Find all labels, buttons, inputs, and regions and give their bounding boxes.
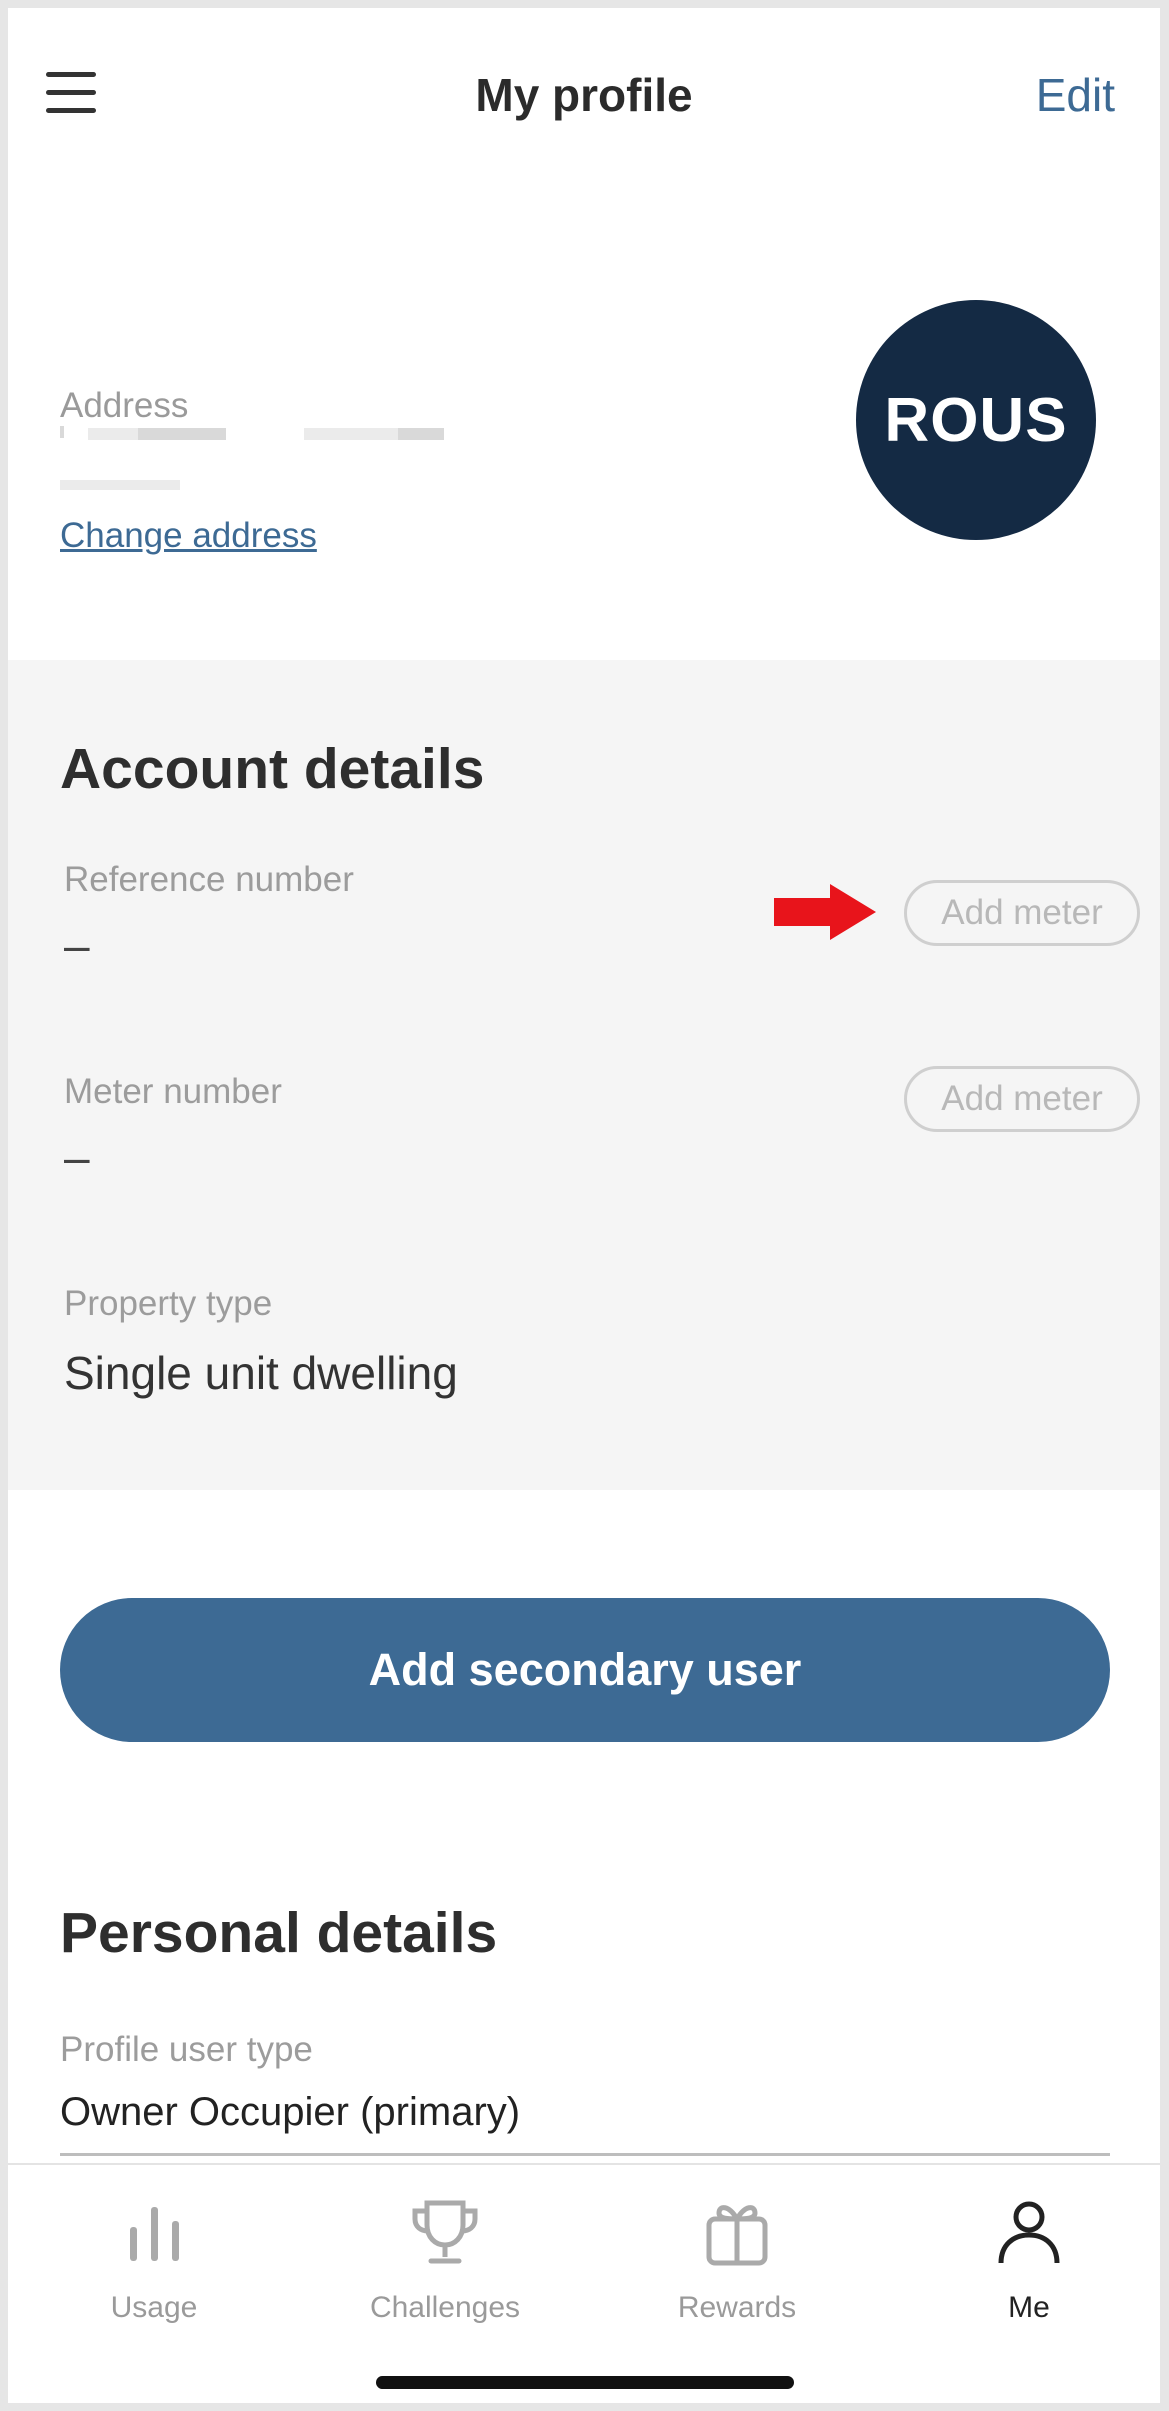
red-arrow-icon: [774, 884, 876, 940]
rous-logo: ROUS: [856, 300, 1096, 540]
person-icon: [998, 2201, 1060, 2264]
edit-button[interactable]: Edit: [1036, 68, 1115, 122]
page-title: My profile: [475, 69, 693, 121]
tab-challenges[interactable]: Challenges: [345, 2195, 545, 2325]
tab-rewards[interactable]: Rewards: [637, 2195, 837, 2325]
top-bar: My profile Edit: [8, 8, 1160, 178]
tab-me[interactable]: Me: [929, 2195, 1129, 2325]
address-label: Address: [60, 386, 189, 425]
profile-user-type-value: Owner Occupier (primary): [60, 2090, 521, 2134]
tab-label: Usage: [110, 2291, 198, 2324]
screen: My profile Edit Address Change address R…: [8, 8, 1160, 2403]
change-address-link[interactable]: Change address: [60, 516, 317, 556]
property-type-value: Single unit dwelling: [64, 1347, 458, 1399]
tab-usage[interactable]: Usage: [54, 2195, 254, 2325]
profile-user-type-label: Profile user type: [60, 2030, 313, 2069]
reference-number-value: –: [64, 919, 90, 971]
account-details-title: Account details: [60, 737, 485, 801]
add-meter-button-reference[interactable]: Add meter: [904, 880, 1140, 946]
trophy-icon: [412, 2200, 478, 2264]
personal-details-title: Personal details: [60, 1901, 498, 1965]
logo-text: ROUS: [884, 385, 1068, 455]
tab-label: Challenges: [369, 2291, 521, 2324]
tab-label: Rewards: [677, 2291, 797, 2324]
bottom-tab-bar: Usage Challenges Rewards Me: [8, 2163, 1160, 2403]
meter-number-label: Meter number: [64, 1072, 282, 1111]
add-meter-button-meter[interactable]: Add meter: [904, 1066, 1140, 1132]
add-secondary-user-button[interactable]: Add secondary user: [60, 1598, 1110, 1742]
field-underline: [60, 2153, 1110, 2156]
home-indicator[interactable]: [376, 2376, 794, 2389]
meter-number-value: –: [64, 1131, 90, 1183]
tab-label: Me: [1008, 2291, 1050, 2324]
usage-bars-icon: [130, 2207, 179, 2261]
property-type-label: Property type: [64, 1284, 273, 1323]
reference-number-label: Reference number: [64, 860, 354, 899]
account-details-section: Account details Reference number – Add m…: [8, 660, 1160, 1490]
gift-icon: [706, 2205, 768, 2266]
